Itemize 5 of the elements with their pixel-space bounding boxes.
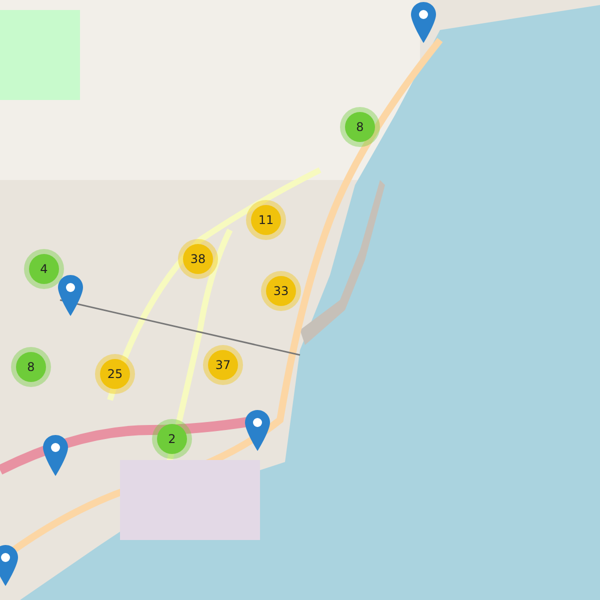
map-pin-icon[interactable] — [245, 410, 270, 451]
map-pin-icon[interactable] — [411, 2, 436, 43]
map-pin-icon[interactable] — [0, 545, 18, 586]
map-pin-icon[interactable] — [58, 275, 83, 316]
map-pin-icon[interactable] — [43, 435, 68, 476]
